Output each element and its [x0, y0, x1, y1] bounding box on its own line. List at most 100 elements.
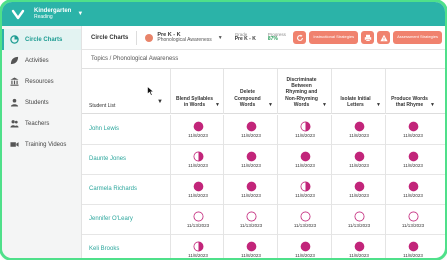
chevron-down-icon[interactable]: ▼ — [215, 102, 220, 108]
column-header[interactable]: Isolate Initial Letters ▼ — [331, 69, 385, 114]
assessment-date: 11/8/2023 — [403, 193, 423, 198]
progress-circle-full-icon[interactable] — [193, 179, 204, 192]
warning-button[interactable] — [377, 31, 391, 44]
assessment-date: 11/8/2023 — [241, 193, 261, 198]
skill-cell[interactable]: 11/8/2023 — [385, 175, 439, 205]
skill-cell[interactable]: 11/8/2023 — [331, 145, 385, 175]
progress-circle-full-icon[interactable] — [300, 149, 311, 162]
skill-cell[interactable]: 11/8/2023 — [385, 145, 439, 175]
assessment-strategies-button[interactable]: Assessment Strategies — [393, 31, 442, 44]
page-title: Circle Charts — [91, 34, 129, 41]
sidebar-item-label: Resources — [25, 78, 54, 85]
column-header[interactable]: Discriminate Between Rhyming and Non-Rhy… — [277, 69, 331, 114]
sidebar-item-label: Circle Charts — [25, 36, 63, 43]
student-list-header[interactable]: Student List — [89, 103, 115, 109]
sidebar-item-label: Activities — [25, 57, 49, 64]
skill-cell[interactable]: 11/8/2023 — [223, 145, 277, 175]
skill-cell[interactable]: 11/8/2023 — [385, 115, 439, 145]
progress-circle-full-icon[interactable] — [246, 119, 257, 132]
assessment-date: 11/8/2023 — [403, 163, 423, 168]
skill-cell[interactable]: 11/8/2023 — [170, 235, 224, 258]
chevron-down-icon[interactable]: ▼ — [430, 102, 435, 108]
student-name-link[interactable]: Daunte Jones — [89, 156, 126, 162]
refresh-button[interactable] — [293, 31, 307, 44]
topic-filter-dropdown[interactable]: Pre K - K Phonological Awareness — [157, 32, 211, 44]
progress-circle-full-icon[interactable] — [354, 149, 365, 162]
progress-circle-full-icon[interactable] — [408, 119, 419, 132]
progress-circle-half-icon[interactable] — [193, 149, 204, 162]
skill-cell[interactable]: 11/8/2023 — [170, 145, 224, 175]
table-row: John Lewis 11/8/2023 11/8/2023 11/8/2023 11/… — [82, 115, 445, 145]
sidebar-item-activities[interactable]: Activities — [2, 50, 81, 71]
skill-cell[interactable]: 11/13/2023 — [170, 205, 224, 235]
assessment-date: 11/8/2023 — [188, 133, 208, 138]
chevron-down-icon[interactable]: ▼ — [157, 99, 163, 105]
button-label: Assessment Strategies — [397, 34, 438, 40]
chevron-down-icon[interactable]: ▼ — [376, 102, 381, 108]
progress-circle-empty-icon[interactable] — [246, 209, 257, 222]
assessment-date: 11/13/2023 — [401, 223, 425, 228]
progress-circle-full-icon[interactable] — [246, 149, 257, 162]
sidebar-item-training-videos[interactable]: Training Videos — [2, 134, 81, 155]
brand-logo-icon[interactable] — [8, 4, 28, 24]
skill-cell[interactable]: 11/8/2023 — [331, 175, 385, 205]
sidebar-item-teachers[interactable]: Teachers — [2, 113, 81, 134]
progress-circle-half-icon[interactable] — [300, 119, 311, 132]
skill-cell[interactable]: 11/8/2023 — [331, 115, 385, 145]
column-header[interactable]: Blend Syllables in Words ▼ — [170, 69, 224, 114]
sidebar-item-circle-charts[interactable]: Circle Charts — [2, 29, 81, 50]
progress-circle-empty-icon[interactable] — [354, 209, 365, 222]
progress-circle-full-icon[interactable] — [408, 179, 419, 192]
progress-circle-full-icon[interactable] — [246, 179, 257, 192]
skill-cell[interactable]: 11/8/2023 — [277, 145, 331, 175]
column-header[interactable]: Delete Compound Words ▼ — [223, 69, 277, 114]
table-row: Keli Brooks 11/8/2023 11/8/2023 11/8/2023 11… — [82, 235, 445, 258]
sidebar-item-students[interactable]: Students — [2, 92, 81, 113]
instructional-strategies-button[interactable]: Instructional Strategies — [309, 31, 359, 44]
progress-circle-half-icon[interactable] — [193, 239, 204, 252]
assessment-date: 11/13/2023 — [347, 223, 371, 228]
print-button[interactable] — [361, 31, 375, 44]
skill-cell[interactable]: 11/13/2023 — [277, 205, 331, 235]
skill-cell[interactable]: 11/8/2023 — [170, 115, 224, 145]
progress-circle-empty-icon[interactable] — [300, 209, 311, 222]
chevron-down-icon[interactable]: ▼ — [322, 102, 327, 108]
skill-cell[interactable]: 11/8/2023 — [277, 235, 331, 258]
skill-cell[interactable]: 11/8/2023 — [331, 235, 385, 258]
progress-circle-full-icon[interactable] — [408, 149, 419, 162]
student-name-link[interactable]: John Lewis — [89, 126, 119, 132]
skill-cell[interactable]: 11/8/2023 — [223, 235, 277, 258]
skill-cell[interactable]: 11/8/2023 — [170, 175, 224, 205]
circle-chart-table: ▼ Student List Blend Syllables in Words ▼… — [82, 68, 445, 258]
progress-circle-empty-icon[interactable] — [408, 209, 419, 222]
column-header[interactable]: Produce Words that Rhyme ▼ — [385, 69, 439, 114]
student-name-link[interactable]: Carmela Richards — [89, 186, 137, 192]
progress-circle-full-icon[interactable] — [246, 239, 257, 252]
progress-circle-full-icon[interactable] — [354, 119, 365, 132]
skill-cell[interactable]: 11/8/2023 — [223, 175, 277, 205]
skill-cell[interactable]: 11/13/2023 — [331, 205, 385, 235]
progress-circle-full-icon[interactable] — [408, 239, 419, 252]
student-name-link[interactable]: Jennifer O'Leary — [89, 216, 133, 222]
skill-cell[interactable]: 11/8/2023 — [223, 115, 277, 145]
skill-cell[interactable]: 11/8/2023 — [277, 175, 331, 205]
skill-cell[interactable]: 11/13/2023 — [223, 205, 277, 235]
column-header-label: Delete Compound Words — [234, 89, 261, 108]
progress-circle-half-icon[interactable] — [300, 179, 311, 192]
sidebar-item-label: Training Videos — [25, 141, 67, 148]
progress-circle-full-icon[interactable] — [300, 239, 311, 252]
sidebar-item-resources[interactable]: Resources — [2, 71, 81, 92]
skill-cell[interactable]: 11/8/2023 — [385, 235, 439, 258]
chevron-down-icon[interactable]: ▼ — [268, 102, 273, 108]
skill-cell[interactable]: 11/8/2023 — [277, 115, 331, 145]
assessment-date: 11/8/2023 — [188, 163, 208, 168]
skill-cell[interactable]: 11/13/2023 — [385, 205, 439, 235]
progress-circle-empty-icon[interactable] — [193, 209, 204, 222]
program-selector[interactable]: Kindergarten Reading — [34, 8, 71, 20]
student-name-link[interactable]: Keli Brooks — [89, 246, 119, 252]
progress-circle-full-icon[interactable] — [193, 119, 204, 132]
progress-circle-full-icon[interactable] — [354, 179, 365, 192]
chevron-down-icon[interactable]: ▼ — [218, 35, 223, 41]
chevron-down-icon[interactable]: ▼ — [77, 11, 83, 17]
progress-circle-full-icon[interactable] — [354, 239, 365, 252]
